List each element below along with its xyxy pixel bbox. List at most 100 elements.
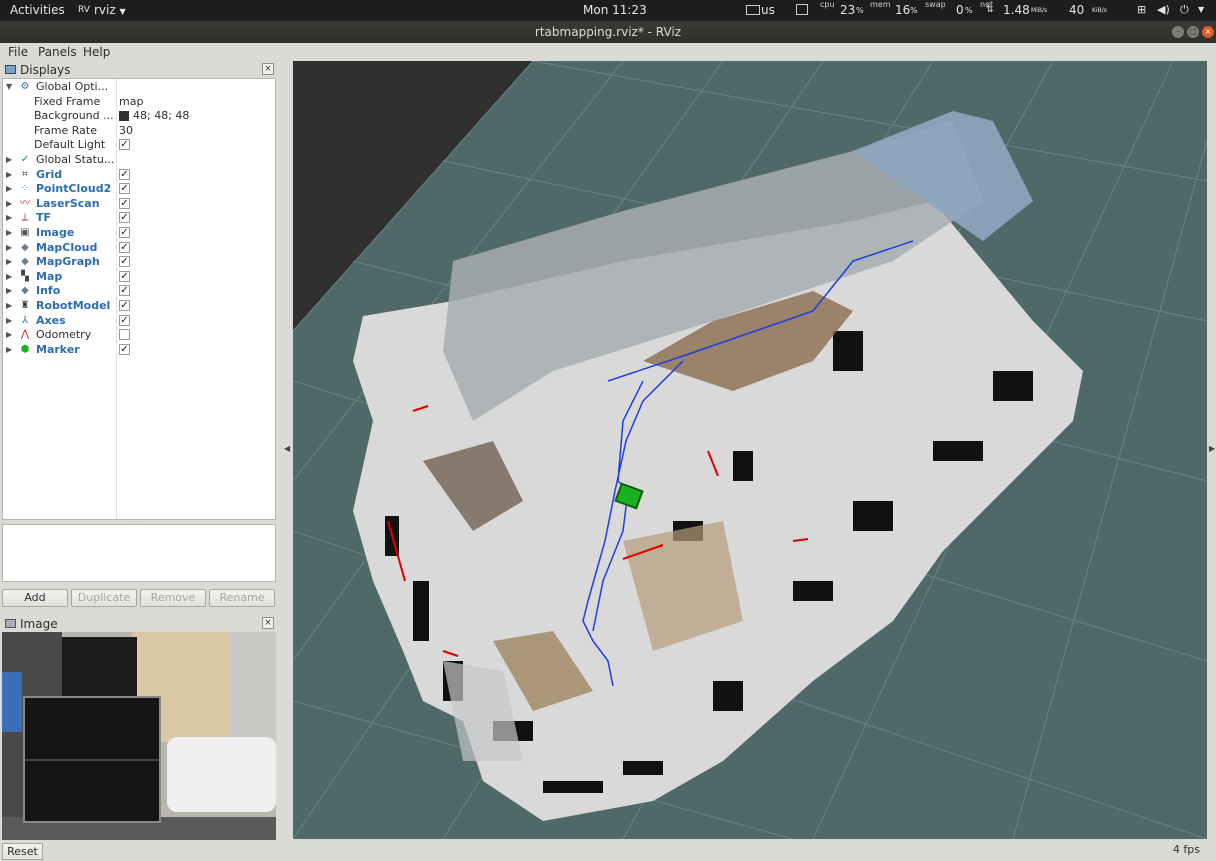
display-checkbox[interactable]: ✓: [119, 227, 130, 238]
keyboard-layout[interactable]: us: [761, 3, 775, 17]
expand-arrow-icon[interactable]: ▶: [6, 255, 12, 269]
tree-item-info[interactable]: ▶ ◆ Info ✓: [3, 284, 275, 299]
display-checkbox[interactable]: ✓: [119, 285, 130, 297]
chevron-down-icon[interactable]: ▼: [1198, 5, 1204, 14]
monitor-icon[interactable]: [796, 4, 808, 15]
expand-arrow-icon[interactable]: ▶: [6, 168, 12, 182]
expand-arrow-icon[interactable]: ▶: [6, 343, 12, 357]
display-checkbox[interactable]: ✓: [119, 270, 130, 282]
display-checkbox[interactable]: ✓: [119, 241, 130, 253]
tree-item-global-options[interactable]: ▼ ⚙ Global Opti...: [3, 80, 275, 95]
rename-button[interactable]: Rename: [209, 589, 275, 607]
net-down-value: 1.48: [1003, 3, 1030, 17]
display-checkbox[interactable]: ✓: [119, 197, 130, 209]
expand-arrow-icon[interactable]: ▼: [6, 80, 12, 94]
pointcloud-icon: ⁘: [20, 183, 30, 195]
menu-panels[interactable]: Panels: [38, 45, 77, 59]
display-checkbox[interactable]: [119, 329, 130, 341]
power-icon[interactable]: ⏻: [1180, 3, 1189, 17]
property-label: Default Light: [34, 138, 106, 152]
tree-item-pointcloud2[interactable]: ▶ ⁘ PointCloud2 ✓: [3, 182, 275, 197]
frame-rate-value[interactable]: 30: [119, 124, 133, 138]
display-checkbox[interactable]: ✓: [119, 212, 130, 224]
close-button[interactable]: ×: [1202, 26, 1214, 38]
tree-item-axes[interactable]: ▶ ⅄ Axes ✓: [3, 314, 275, 329]
default-light-checkbox[interactable]: ✓: [119, 139, 130, 151]
mem-value: 16: [895, 3, 911, 17]
tree-item-label: Image: [36, 226, 75, 239]
minimize-button[interactable]: –: [1172, 26, 1184, 38]
add-button[interactable]: Add: [2, 589, 68, 607]
displays-tree: ▼ ⚙ Global Opti... Fixed Frame map Backg…: [2, 78, 276, 520]
display-checkbox[interactable]: ✓: [119, 300, 130, 311]
collapse-left-icon[interactable]: ◀: [284, 444, 290, 453]
display-checkbox[interactable]: ✓: [119, 256, 130, 268]
tree-item-label: LaserScan: [36, 196, 100, 210]
expand-arrow-icon[interactable]: ▶: [6, 328, 12, 342]
fixed-frame-value[interactable]: map: [119, 95, 143, 109]
reset-button[interactable]: Reset: [2, 843, 43, 860]
tree-item-laserscan[interactable]: ▶ 〰 LaserScan ✓: [3, 197, 275, 212]
expand-arrow-icon[interactable]: ▶: [6, 299, 12, 313]
clock[interactable]: Mon 11:23: [583, 3, 647, 17]
swap-label: swap: [925, 0, 946, 9]
expand-arrow-icon[interactable]: ▶: [6, 284, 12, 298]
app-menu-label: rviz: [94, 3, 116, 17]
tree-item-label: Global Statu...: [36, 153, 115, 166]
grid-icon: ⌗: [22, 168, 28, 180]
close-icon[interactable]: ×: [262, 617, 274, 629]
displays-panel-header: Displays ×: [2, 62, 276, 78]
tree-item-grid[interactable]: ▶ ⌗ Grid ✓: [3, 168, 275, 183]
tree-item-marker[interactable]: ▶ ⬢ Marker ✓: [3, 343, 275, 358]
map-icon: ▚: [21, 270, 29, 282]
background-color-value[interactable]: 48; 48; 48: [133, 109, 189, 123]
tree-item-tf[interactable]: ▶ ⟂ TF ✓: [3, 211, 275, 226]
property-fixed-frame[interactable]: Fixed Frame map: [3, 95, 275, 110]
tree-item-mapgraph[interactable]: ▶ ◆ MapGraph ✓: [3, 255, 275, 270]
expand-arrow-icon[interactable]: ▶: [6, 211, 12, 225]
volume-icon[interactable]: ◀): [1157, 3, 1170, 16]
expand-arrow-icon[interactable]: ▶: [6, 270, 12, 284]
display-checkbox[interactable]: ✓: [119, 183, 130, 195]
property-default-light[interactable]: Default Light ✓: [3, 138, 275, 153]
menu-file[interactable]: File: [8, 45, 28, 59]
display-checkbox[interactable]: ✓: [119, 168, 130, 180]
tree-item-robotmodel[interactable]: ▶ ♜ RobotModel ✓: [3, 299, 275, 314]
color-swatch[interactable]: [119, 111, 129, 122]
expand-arrow-icon[interactable]: ▶: [6, 153, 12, 167]
expand-arrow-icon[interactable]: ▶: [6, 241, 12, 255]
expand-arrow-icon[interactable]: ▶: [6, 314, 12, 328]
menu-bar: File Panels Help: [0, 43, 1216, 61]
tree-item-label: Marker: [36, 342, 80, 356]
tree-item-mapcloud[interactable]: ▶ ◆ MapCloud ✓: [3, 241, 275, 256]
window-title-bar[interactable]: rtabmapping.rviz* - RViz – □ ×: [0, 21, 1216, 43]
activities-button[interactable]: Activities: [10, 3, 65, 17]
tree-item-odometry[interactable]: ▶ ⋀ Odometry: [3, 328, 275, 343]
tree-item-global-status[interactable]: ▶ ✓ Global Statu...: [3, 153, 275, 168]
render-3d-view[interactable]: [293, 61, 1207, 839]
rviz-app-icon: RV: [78, 5, 90, 15]
duplicate-button[interactable]: Duplicate: [71, 589, 137, 607]
checkmark-icon: ✓: [20, 154, 30, 165]
display-checkbox[interactable]: ✓: [119, 343, 130, 355]
display-checkbox[interactable]: ✓: [119, 314, 130, 326]
app-menu-button[interactable]: rviz ▼: [94, 3, 126, 17]
image-panel-header: Image ×: [2, 616, 276, 632]
expand-arrow-icon[interactable]: ▶: [6, 182, 12, 196]
property-frame-rate[interactable]: Frame Rate 30: [3, 124, 275, 139]
collapse-right-icon[interactable]: ▶: [1209, 444, 1215, 453]
menu-help[interactable]: Help: [83, 45, 110, 59]
tf-icon: ⟂: [21, 212, 29, 224]
keyboard-icon[interactable]: [746, 5, 760, 15]
close-icon[interactable]: ×: [262, 63, 274, 75]
tree-item-image[interactable]: ▶ ▣ Image ✓: [3, 226, 275, 241]
property-label: Background ...: [34, 109, 114, 123]
remove-button[interactable]: Remove: [140, 589, 206, 607]
maximize-button[interactable]: □: [1187, 26, 1199, 38]
expand-arrow-icon[interactable]: ▶: [6, 226, 12, 240]
property-background-color[interactable]: Background ... 48; 48; 48: [3, 109, 275, 124]
expand-arrow-icon[interactable]: ▶: [6, 197, 12, 211]
displays-panel-title: Displays: [20, 63, 71, 77]
network-icon[interactable]: ⊞: [1137, 3, 1146, 16]
tree-item-map[interactable]: ▶ ▚ Map ✓: [3, 270, 275, 285]
